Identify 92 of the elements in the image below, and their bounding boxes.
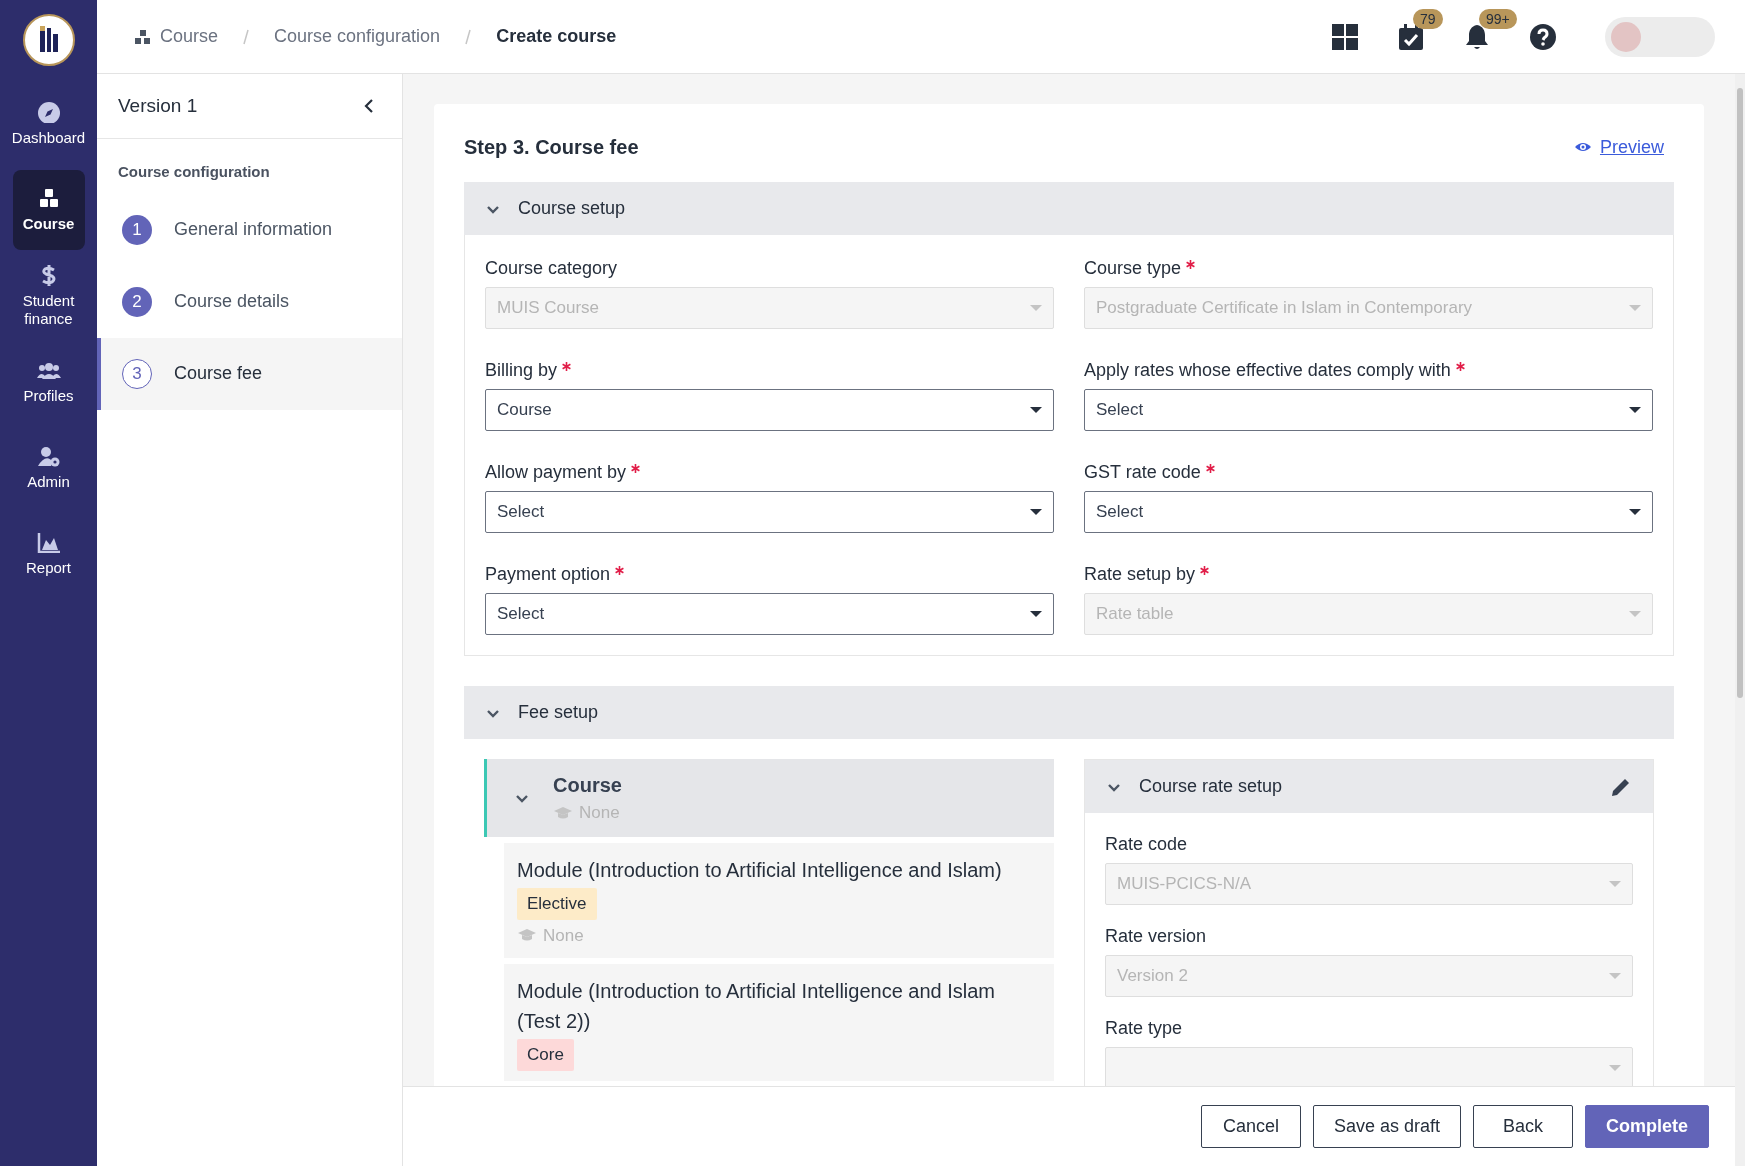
- breadcrumb-link[interactable]: Course: [133, 23, 219, 50]
- scrollbar[interactable]: [1735, 74, 1745, 1166]
- chart-icon: [36, 531, 61, 553]
- dropdown-field: Postgraduate Certificate in Islam in Contemporary: [1084, 287, 1653, 329]
- caret-down-icon: [1629, 407, 1641, 413]
- preview-link[interactable]: Preview: [1573, 133, 1664, 161]
- nav-item[interactable]: Course: [12, 170, 85, 250]
- count-badge: 99+: [1479, 8, 1517, 29]
- field-label: Rate version: [1105, 925, 1207, 947]
- node-title: Course: [553, 773, 622, 799]
- eye-icon: [1573, 140, 1592, 154]
- nav-item[interactable]: Dashboard: [12, 84, 85, 164]
- help-button[interactable]: [1529, 22, 1557, 51]
- breadcrumb-link[interactable]: Create course: [496, 23, 617, 50]
- dropdown-field: Rate table: [1084, 593, 1653, 635]
- field-label: Payment option: [485, 563, 611, 585]
- section-header[interactable]: Course rate setup: [1085, 760, 1653, 813]
- caret-down-icon: [1609, 973, 1621, 979]
- section-title: Course setup: [518, 197, 626, 220]
- graduation-cap-icon: [517, 928, 537, 943]
- nav-item[interactable]: Report: [12, 514, 85, 594]
- caret-down-icon: [1030, 509, 1042, 515]
- compass-icon: [36, 101, 61, 123]
- footer-button[interactable]: Save as draft: [1312, 1105, 1461, 1148]
- caret-down-icon: [1629, 611, 1641, 617]
- caret-down-icon: [1629, 305, 1641, 311]
- graduation-cap-icon: [553, 806, 573, 820]
- step-label: Course details: [174, 290, 290, 313]
- user-gear-icon: [36, 445, 61, 467]
- caret-down-icon: [1030, 305, 1042, 311]
- module-title: Module (Introduction to Artificial Intelligence and Islam): [517, 858, 1002, 883]
- field-label: Rate code: [1105, 833, 1188, 855]
- footer-button[interactable]: Complete: [1585, 1105, 1709, 1148]
- dropdown-field[interactable]: Select: [1084, 389, 1653, 431]
- step-item[interactable]: 2 Course details: [97, 265, 402, 338]
- nav-item[interactable]: Profiles: [12, 342, 85, 422]
- footer-button[interactable]: Back: [1473, 1105, 1573, 1148]
- dropdown-field[interactable]: Course: [485, 389, 1054, 431]
- category-tag: Elective: [517, 888, 597, 920]
- field-label: Allow payment by: [485, 461, 627, 483]
- caret-down-icon: [1609, 881, 1621, 887]
- caret-down-icon: [1629, 509, 1641, 515]
- module-card[interactable]: Module (Introduction to Artificial Intelligence and Islam) Elective None: [504, 843, 1054, 958]
- edit-button[interactable]: [1610, 776, 1631, 797]
- field-label: GST rate code: [1084, 461, 1201, 483]
- nav-item[interactable]: Admin: [12, 428, 85, 508]
- breadcrumb-separator: [242, 28, 251, 45]
- boxes-icon: [133, 28, 152, 45]
- caret-down-icon: [1030, 407, 1042, 413]
- bell-button[interactable]: [1463, 22, 1491, 51]
- breadcrumb-separator: [464, 28, 473, 45]
- field-label: Rate type: [1105, 1017, 1183, 1039]
- nav-item[interactable]: Student finance: [12, 256, 85, 336]
- chevron-left-icon: [364, 99, 374, 113]
- dropdown-field[interactable]: Select: [485, 491, 1054, 533]
- footer-button[interactable]: Cancel: [1200, 1105, 1301, 1148]
- section-title: Course rate setup: [1139, 775, 1283, 798]
- step-number: 3: [122, 358, 152, 389]
- dropdown-field: MUIS Course: [485, 287, 1054, 329]
- field-label: Course type: [1084, 257, 1182, 279]
- section-header[interactable]: Fee setup: [464, 686, 1674, 739]
- section-title: Fee setup: [518, 701, 599, 724]
- field-label: Apply rates whose effective dates comply with: [1084, 359, 1451, 381]
- module-card[interactable]: Module (Introduction to Artificial Intelligence and Islam (Test 2)) Core: [504, 964, 1054, 1081]
- field-label: Course category: [485, 257, 618, 279]
- count-badge: 79: [1413, 8, 1443, 29]
- step-label: Course fee: [174, 362, 263, 385]
- section-heading: Course configuration: [117, 162, 271, 182]
- instructor-text: None: [543, 924, 584, 947]
- step-label: General information: [174, 218, 333, 241]
- step-item[interactable]: 3 Course fee: [97, 337, 402, 410]
- logo[interactable]: [22, 14, 75, 66]
- breadcrumb-link[interactable]: Course configuration: [274, 23, 441, 50]
- step-number: 2: [122, 286, 152, 317]
- dropdown-field: Version 2: [1105, 955, 1633, 997]
- version-title: Version 1: [118, 93, 198, 118]
- grid-button[interactable]: [1331, 22, 1359, 51]
- pencil-icon: [1610, 776, 1631, 797]
- category-tag: Core: [517, 1039, 574, 1071]
- caret-down-icon: [1609, 1065, 1621, 1071]
- dropdown-field: MUIS-PCICS-N/A: [1105, 863, 1633, 905]
- caret-down-icon: [1030, 611, 1042, 617]
- section-header[interactable]: Course setup: [464, 182, 1674, 235]
- step-item[interactable]: 1 General information: [97, 193, 402, 266]
- dropdown-field[interactable]: Select: [485, 593, 1054, 635]
- module-title: Module (Introduction to Artificial Intelligence and Islam (Test 2)): [517, 979, 997, 1034]
- dropdown-field[interactable]: Select: [1084, 491, 1653, 533]
- calendar-check-button[interactable]: [1397, 22, 1425, 51]
- step-number: 1: [122, 214, 152, 245]
- field-label: Rate setup by: [1084, 563, 1196, 585]
- page-title: Step 3. Course fee: [464, 135, 639, 160]
- field-label: Billing by: [485, 359, 558, 381]
